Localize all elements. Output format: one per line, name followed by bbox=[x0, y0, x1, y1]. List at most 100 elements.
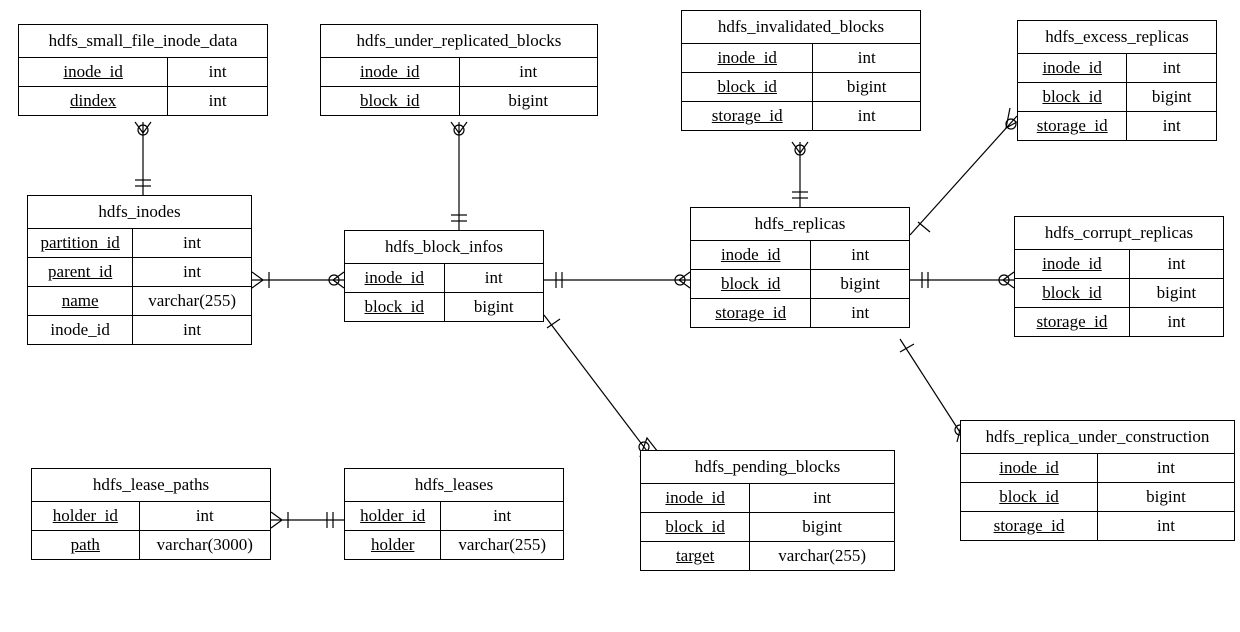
column-name-text: partition_id bbox=[40, 233, 119, 252]
column-name-text: inode_id bbox=[360, 62, 420, 81]
column-type: int bbox=[1129, 250, 1223, 279]
column-name-text: inode_id bbox=[717, 48, 777, 67]
column-type: int bbox=[444, 264, 543, 293]
column-name: storage_id bbox=[682, 102, 813, 131]
column-type: int bbox=[459, 58, 597, 87]
columns-table: holder_idintpathvarchar(3000) bbox=[32, 502, 270, 559]
column-type: bigint bbox=[1127, 83, 1216, 112]
column-name: inode_id bbox=[321, 58, 459, 87]
entity-title: hdfs_small_file_inode_data bbox=[19, 25, 267, 58]
column-name: block_id bbox=[345, 293, 444, 322]
entity-lease_paths: hdfs_lease_pathsholder_idintpathvarchar(… bbox=[31, 468, 271, 560]
entity-block_infos: hdfs_block_infosinode_idintblock_idbigin… bbox=[344, 230, 544, 322]
table-row: inode_idint bbox=[345, 264, 543, 293]
column-name-text: storage_id bbox=[715, 303, 786, 322]
column-name: inode_id bbox=[19, 58, 168, 87]
column-name: inode_id bbox=[641, 484, 750, 513]
column-type: int bbox=[133, 229, 251, 258]
table-row: storage_idint bbox=[691, 299, 909, 328]
column-type: int bbox=[168, 87, 267, 116]
column-name: inode_id bbox=[1015, 250, 1129, 279]
table-row: inode_idint bbox=[28, 316, 251, 345]
table-row: block_idbigint bbox=[691, 270, 909, 299]
column-type: int bbox=[750, 484, 894, 513]
column-name: storage_id bbox=[1015, 308, 1129, 337]
columns-table: inode_idintblock_idbigint bbox=[345, 264, 543, 321]
column-type: int bbox=[811, 241, 909, 270]
column-type: varchar(255) bbox=[750, 542, 894, 571]
column-type: int bbox=[133, 258, 251, 287]
column-name-text: holder_id bbox=[360, 506, 425, 525]
entity-under_repl: hdfs_under_replicated_blocksinode_idintb… bbox=[320, 24, 598, 116]
column-name-text: storage_id bbox=[712, 106, 783, 125]
table-row: inode_id int bbox=[682, 44, 920, 73]
columns-table: inode_id intblock_idbigintstorage_idint bbox=[691, 241, 909, 327]
column-name: target bbox=[641, 542, 750, 571]
columns-table: inode_idint dindex int bbox=[19, 58, 267, 115]
column-name-text: inode_id bbox=[1042, 254, 1102, 273]
column-name: inode_id bbox=[682, 44, 813, 73]
table-row: block_idbigint bbox=[641, 513, 894, 542]
column-name: parent_id bbox=[28, 258, 133, 287]
entity-title: hdfs_invalidated_blocks bbox=[682, 11, 920, 44]
table-row: inode_id int bbox=[1018, 54, 1216, 83]
column-name-text: block_id bbox=[1042, 87, 1102, 106]
column-name-text: block_id bbox=[999, 487, 1059, 506]
entity-title: hdfs_replica_under_construction bbox=[961, 421, 1234, 454]
column-name: storage_id bbox=[1018, 112, 1127, 141]
column-type: int bbox=[1127, 54, 1216, 83]
entity-title: hdfs_inodes bbox=[28, 196, 251, 229]
column-name-text: block_id bbox=[360, 91, 420, 110]
column-name: partition_id bbox=[28, 229, 133, 258]
column-name-text: target bbox=[676, 546, 714, 565]
entity-excess: hdfs_excess_replicasinode_idintblock_idb… bbox=[1017, 20, 1217, 141]
column-name-text: inode_id bbox=[1042, 58, 1102, 77]
column-name: block_id bbox=[321, 87, 459, 116]
column-name: inode_id bbox=[345, 264, 444, 293]
table-row: inode_id int bbox=[1015, 250, 1223, 279]
table-row: namevarchar(255) bbox=[28, 287, 251, 316]
column-name: inode_id bbox=[691, 241, 811, 270]
columns-table: partition_idintparent_idintnamevarchar(2… bbox=[28, 229, 251, 344]
table-row: inode_id int bbox=[641, 484, 894, 513]
column-name-text: inode_id bbox=[721, 245, 781, 264]
column-type: varchar(3000) bbox=[139, 531, 270, 560]
column-name: storage_id bbox=[961, 512, 1098, 541]
column-type: int bbox=[1127, 112, 1216, 141]
column-name-text: block_id bbox=[365, 297, 425, 316]
column-name-text: dindex bbox=[70, 91, 116, 110]
column-type: int bbox=[1129, 308, 1223, 337]
columns-table: inode_id int block_id bigint bbox=[321, 58, 597, 115]
table-row: holdervarchar(255) bbox=[345, 531, 563, 560]
column-name-text: holder bbox=[371, 535, 414, 554]
column-name: holder_id bbox=[345, 502, 441, 531]
column-name-text: storage_id bbox=[994, 516, 1065, 535]
column-name: inode_id bbox=[28, 316, 133, 345]
table-row: block_idbigint bbox=[961, 483, 1234, 512]
columns-table: inode_idintblock_idbigintstorage_idint bbox=[682, 44, 920, 130]
table-row: partition_id int bbox=[28, 229, 251, 258]
column-type: bigint bbox=[811, 270, 909, 299]
column-name: block_id bbox=[1015, 279, 1129, 308]
column-type: int bbox=[813, 44, 920, 73]
column-name: inode_id bbox=[961, 454, 1098, 483]
columns-table: inode_idintblock_idbigintstorage_idint bbox=[1018, 54, 1216, 140]
table-row: storage_id int bbox=[1018, 112, 1216, 141]
entity-replicas: hdfs_replicasinode_idintblock_idbigintst… bbox=[690, 207, 910, 328]
table-row: target varchar(255) bbox=[641, 542, 894, 571]
column-name-text: inode_id bbox=[665, 488, 725, 507]
column-name: name bbox=[28, 287, 133, 316]
column-type: int bbox=[168, 58, 267, 87]
table-row: holder_idint bbox=[32, 502, 270, 531]
table-row: inode_idint bbox=[961, 454, 1234, 483]
column-type: bigint bbox=[459, 87, 597, 116]
entity-leases: hdfs_leasesholder_idintholdervarchar(255… bbox=[344, 468, 564, 560]
column-name: block_id bbox=[641, 513, 750, 542]
column-type: bigint bbox=[1129, 279, 1223, 308]
columns-table: inode_idintblock_idbigintstorage_idint bbox=[1015, 250, 1223, 336]
entity-invalidated: hdfs_invalidated_blocksinode_idintblock_… bbox=[681, 10, 921, 131]
entity-corrupt: hdfs_corrupt_replicasinode_idintblock_id… bbox=[1014, 216, 1224, 337]
column-name: block_id bbox=[691, 270, 811, 299]
column-name-text: storage_id bbox=[1037, 116, 1108, 135]
column-name-text: parent_id bbox=[48, 262, 112, 281]
